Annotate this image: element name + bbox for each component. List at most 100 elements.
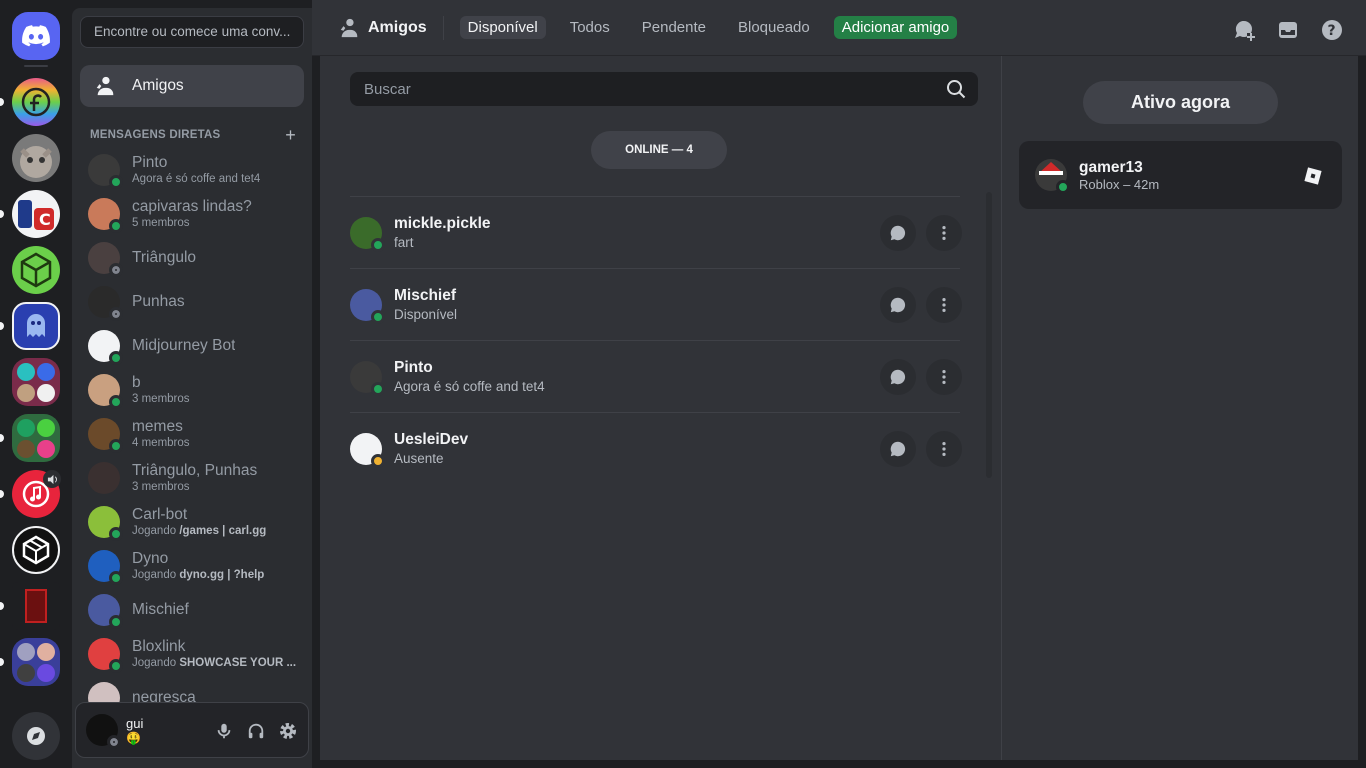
- discord-home-button[interactable]: [12, 12, 60, 60]
- server-fedora[interactable]: [12, 78, 60, 126]
- tab-all[interactable]: Todos: [562, 16, 618, 39]
- tab-online[interactable]: Disponível: [459, 16, 546, 39]
- rail-separator: [24, 65, 48, 67]
- tab-pending[interactable]: Pendente: [634, 16, 714, 39]
- dm-item[interactable]: Carl-bot Jogando /games | carl.gg: [80, 500, 304, 544]
- friend-search-input[interactable]: Buscar: [350, 72, 978, 106]
- server-green-cube[interactable]: [12, 246, 60, 294]
- server-folder-2[interactable]: [12, 414, 60, 462]
- server-cat[interactable]: [12, 134, 60, 182]
- dm-name: Pinto: [132, 154, 168, 171]
- message-button[interactable]: [880, 359, 916, 395]
- server-cubes[interactable]: [12, 526, 60, 574]
- dm-item[interactable]: Dyno Jogando dyno.gg | ?help: [80, 544, 304, 588]
- status-indicator: [109, 351, 123, 365]
- more-options-button[interactable]: [926, 215, 962, 251]
- user-avatar[interactable]: [86, 714, 121, 749]
- dm-avatar: [88, 154, 123, 189]
- friend-name: mickle.pickle: [394, 214, 491, 232]
- dm-subtitle: 3 membros: [132, 393, 190, 405]
- friend-list: mickle.pickle fart Mischief Disponível Pinto…: [350, 196, 962, 484]
- dm-item[interactable]: Triângulo: [80, 236, 304, 280]
- dm-activity: Jogando SHOWCASE YOUR ...: [132, 656, 296, 670]
- more-options-button[interactable]: [926, 287, 962, 323]
- server-uc[interactable]: C: [12, 190, 60, 238]
- dm-name: Dyno: [132, 550, 169, 567]
- dm-item[interactable]: Punhas: [80, 280, 304, 324]
- friend-status-text: Ausente: [394, 450, 444, 466]
- status-indicator: [371, 237, 385, 252]
- dm-item[interactable]: capivaras lindas? 5 membros: [80, 192, 304, 236]
- server-red-art[interactable]: [12, 582, 60, 630]
- dm-subtitle: 4 membros: [132, 437, 190, 449]
- dm-item[interactable]: Midjourney Bot: [80, 324, 304, 368]
- dm-item[interactable]: Triângulo, Punhas 3 membros: [80, 456, 304, 500]
- status-indicator: [109, 307, 123, 321]
- friends-nav-item[interactable]: Amigos: [80, 65, 304, 107]
- scrollbar-track[interactable]: [986, 192, 992, 478]
- ghost-icon: [27, 314, 45, 337]
- server-folder-3[interactable]: [12, 638, 60, 686]
- user-settings-button[interactable]: [274, 717, 302, 745]
- dm-avatar: [88, 594, 123, 629]
- dm-activity: Jogando /games | carl.gg: [132, 524, 266, 538]
- friend-row[interactable]: Mischief Disponível: [350, 268, 962, 340]
- user-panel: gui 🤑: [75, 702, 309, 758]
- cube-icon: [20, 252, 52, 288]
- message-button[interactable]: [880, 287, 916, 323]
- add-friend-button[interactable]: Adicionar amigo: [833, 16, 958, 39]
- dm-activity: Jogando dyno.gg | ?help: [132, 568, 264, 582]
- unread-indicator: [0, 490, 4, 498]
- status-indicator: [109, 659, 123, 673]
- dm-activity-name: dyno.gg | ?help: [179, 569, 265, 581]
- activity-detail: Roblox – 42m: [1079, 177, 1160, 192]
- dm-name: Triângulo, Punhas: [132, 462, 258, 479]
- tab-blocked[interactable]: Bloqueado: [730, 16, 818, 39]
- more-options-button[interactable]: [926, 431, 962, 467]
- dm-name: b: [132, 374, 141, 391]
- friend-row[interactable]: Pinto Agora é só coffe and tet4: [350, 340, 962, 412]
- discover-button[interactable]: [12, 712, 60, 760]
- message-button[interactable]: [880, 215, 916, 251]
- dm-activity-prefix: Jogando: [132, 525, 180, 537]
- dm-avatar: [88, 242, 123, 277]
- headphones-button[interactable]: [242, 717, 270, 745]
- more-options-button[interactable]: [926, 359, 962, 395]
- new-group-dm-button[interactable]: [1232, 18, 1256, 42]
- cubes-icon: [22, 535, 50, 565]
- dm-item[interactable]: Pinto Agora é só coffe and tet4: [80, 148, 304, 192]
- topbar-icons: ?: [1212, 18, 1344, 42]
- dm-item[interactable]: Mischief: [80, 588, 304, 632]
- dm-avatar: [88, 506, 123, 541]
- dm-item[interactable]: Bloxlink Jogando SHOWCASE YOUR ...: [80, 632, 304, 676]
- more-vertical-icon: [942, 369, 946, 385]
- message-button[interactable]: [880, 431, 916, 467]
- divider: [442, 15, 444, 40]
- activity-card[interactable]: gamer13 Roblox – 42m: [1019, 141, 1342, 209]
- status-indicator: [371, 381, 385, 396]
- status-indicator: [371, 309, 385, 324]
- friend-status-text: fart: [394, 234, 414, 250]
- inbox-button[interactable]: [1276, 18, 1300, 42]
- status-indicator: [109, 175, 123, 189]
- create-dm-button[interactable]: +: [285, 125, 296, 146]
- new-group-dm-icon: [1235, 20, 1255, 41]
- conversation-search-input[interactable]: Encontre ou comece uma conv...: [80, 16, 304, 48]
- compass-icon: [27, 727, 45, 745]
- friend-avatar: [350, 216, 385, 252]
- microphone-button[interactable]: [210, 717, 238, 745]
- friend-row[interactable]: mickle.pickle fart: [350, 196, 962, 268]
- friend-row[interactable]: UesleiDev Ausente: [350, 412, 962, 484]
- dm-item[interactable]: memes 4 membros: [80, 412, 304, 456]
- dm-name: capivaras lindas?: [132, 198, 252, 215]
- server-ghost[interactable]: [12, 302, 60, 350]
- server-folder-1[interactable]: [12, 358, 60, 406]
- unread-indicator: [0, 98, 4, 106]
- help-button[interactable]: ?: [1320, 18, 1344, 42]
- active-now-title: Ativo agora: [1083, 81, 1278, 124]
- chat-bubble-icon: [890, 225, 906, 241]
- unread-indicator: [0, 210, 4, 218]
- dm-item[interactable]: b 3 membros: [80, 368, 304, 412]
- search-icon: [947, 80, 966, 99]
- dm-subtitle: 5 membros: [132, 217, 190, 229]
